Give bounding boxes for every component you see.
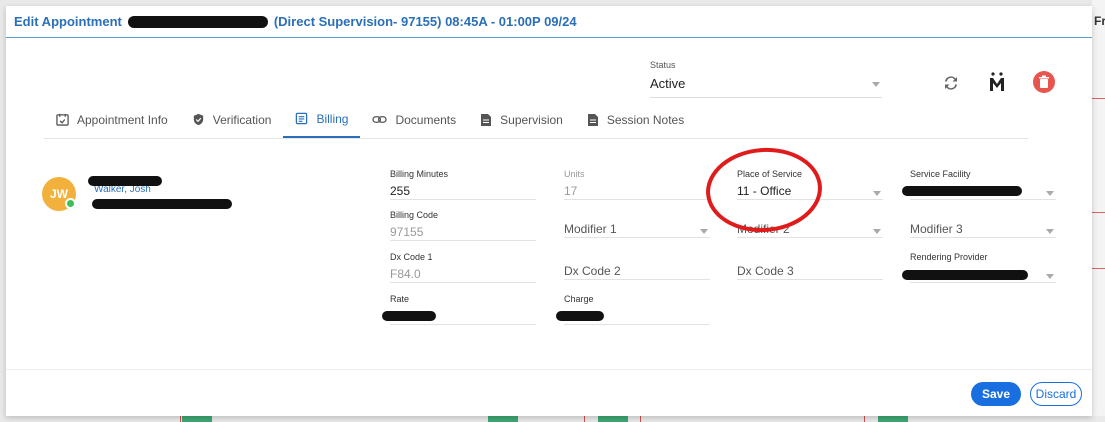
dx-code2-input[interactable]: Dx Code 2 xyxy=(564,260,710,280)
modal-header: Edit Appointment (Direct Supervision- 97… xyxy=(6,6,1092,38)
appointment-tabs: Appointment Info Verification Billing Do… xyxy=(44,101,1028,139)
link-icon xyxy=(372,116,388,123)
footer-divider xyxy=(6,369,1092,370)
tab-documents[interactable]: Documents xyxy=(360,101,468,138)
calendar-check-icon xyxy=(56,113,69,126)
redaction-mark xyxy=(127,15,268,28)
m-logo-icon[interactable] xyxy=(986,70,1008,94)
redaction-mark xyxy=(92,199,232,209)
save-button[interactable]: Save xyxy=(971,382,1021,406)
modifier1-select[interactable]: Modifier 1 xyxy=(564,218,710,238)
tab-supervision[interactable]: Supervision xyxy=(468,101,575,138)
online-status-dot xyxy=(65,198,76,209)
notes-icon xyxy=(587,113,598,126)
modal-title-prefix: Edit Appointment xyxy=(14,14,122,29)
redaction-mark xyxy=(382,311,436,321)
redaction-mark xyxy=(902,186,1022,196)
status-value[interactable]: Active xyxy=(650,76,882,98)
status-select[interactable]: Status Active xyxy=(650,60,882,98)
document-icon xyxy=(481,113,492,126)
dx-code1-value: F84.0 xyxy=(390,263,536,283)
redaction-mark xyxy=(556,311,604,321)
billing-minutes-field[interactable]: Billing Minutes 255 xyxy=(390,169,536,200)
chevron-down-icon xyxy=(873,191,881,196)
shield-check-icon xyxy=(193,113,203,126)
tab-session-notes[interactable]: Session Notes xyxy=(575,101,696,138)
discard-button[interactable]: Discard xyxy=(1030,382,1082,406)
chevron-down-icon xyxy=(1046,229,1054,234)
chevron-down-icon xyxy=(700,229,708,234)
background-divider xyxy=(1092,212,1105,213)
status-label: Status xyxy=(650,60,676,70)
refresh-icon[interactable] xyxy=(940,72,962,94)
billing-code-value: 97155 xyxy=(390,221,536,241)
chevron-down-icon xyxy=(1046,274,1054,279)
tab-appointment-info[interactable]: Appointment Info xyxy=(44,101,180,138)
tab-billing[interactable]: Billing xyxy=(283,101,361,138)
modal-title-suffix: (Direct Supervision- 97155) 08:45A - 01:… xyxy=(273,14,577,29)
chevron-down-icon xyxy=(872,82,880,87)
units-value: 17 xyxy=(564,180,710,200)
dx-code3-input[interactable]: Dx Code 3 xyxy=(737,260,883,280)
background-calendar-strip xyxy=(0,416,1105,422)
redaction-mark xyxy=(88,176,162,186)
billing-code-field: Billing Code 97155 xyxy=(390,210,536,241)
background-page-edge xyxy=(1092,0,1105,422)
tab-verification[interactable]: Verification xyxy=(180,101,284,138)
delete-icon[interactable] xyxy=(1032,70,1056,94)
modifier3-select[interactable]: Modifier 3 xyxy=(910,218,1056,238)
background-text: Fr xyxy=(1094,14,1105,28)
redaction-mark xyxy=(902,270,1028,280)
billing-icon xyxy=(296,112,308,125)
edit-appointment-modal: Edit Appointment (Direct Supervision- 97… xyxy=(6,6,1092,416)
units-field: Units 17 xyxy=(564,169,710,200)
chevron-down-icon xyxy=(1046,191,1054,196)
chevron-down-icon xyxy=(873,229,881,234)
dx-code1-field: Dx Code 1 F84.0 xyxy=(390,252,536,283)
background-divider xyxy=(1092,268,1105,269)
background-divider xyxy=(1092,98,1105,99)
billing-minutes-input[interactable]: 255 xyxy=(390,180,536,200)
